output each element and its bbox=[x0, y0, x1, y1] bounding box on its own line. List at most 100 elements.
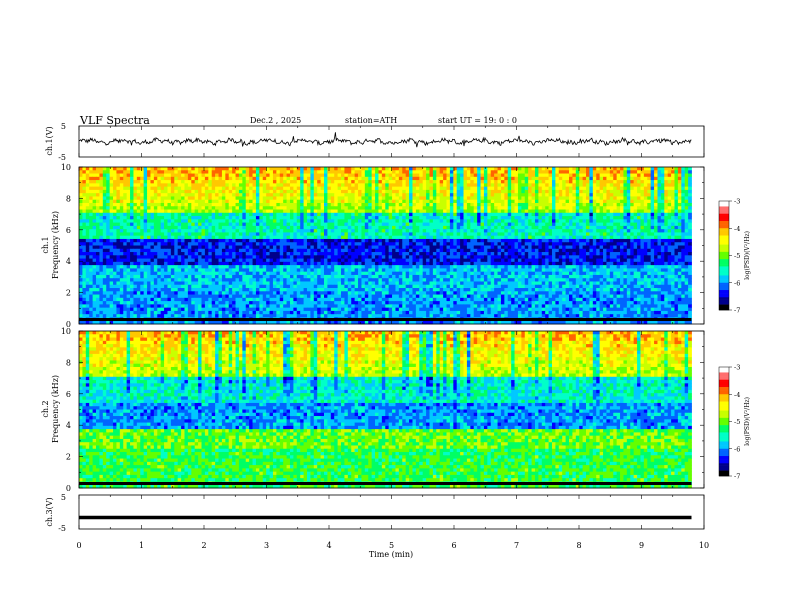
spectrogram-cell bbox=[460, 190, 464, 194]
spectrogram-cell bbox=[504, 213, 508, 217]
spectrogram-cell bbox=[450, 229, 454, 233]
spectrogram-cell bbox=[355, 255, 359, 259]
spectrogram-cell bbox=[385, 246, 389, 250]
spectrogram-cell bbox=[474, 226, 478, 230]
spectrogram-cell bbox=[321, 216, 325, 220]
spectrogram-cell bbox=[113, 183, 117, 187]
spectrogram-cell bbox=[651, 219, 655, 223]
spectrogram-cell bbox=[253, 223, 257, 227]
spectrogram-cell bbox=[327, 187, 331, 191]
spectrogram-cell bbox=[399, 190, 403, 194]
spectrogram-cell bbox=[494, 196, 498, 200]
spectrogram-cell bbox=[256, 216, 260, 220]
spectrogram-cell bbox=[280, 226, 284, 230]
spectrogram-cell bbox=[348, 193, 352, 197]
spectrogram-cell bbox=[133, 242, 137, 246]
spectrogram-cell bbox=[382, 242, 386, 246]
spectrogram-cell bbox=[412, 246, 416, 250]
spectrogram-cell bbox=[150, 196, 154, 200]
spectrogram-cell bbox=[572, 190, 576, 194]
spectrogram-cell bbox=[361, 200, 365, 204]
spectrogram-cell bbox=[297, 170, 301, 174]
spectrogram-cell bbox=[644, 200, 648, 204]
spectrogram-cell bbox=[178, 213, 182, 217]
spectrogram-cell bbox=[501, 193, 505, 197]
spectrogram-cell bbox=[593, 170, 597, 174]
spectrogram-cell bbox=[116, 210, 120, 214]
spectrogram-cell bbox=[644, 252, 648, 256]
spectrogram-cell bbox=[324, 223, 328, 227]
spectrogram-cell bbox=[464, 187, 468, 191]
spectrogram-cell bbox=[538, 226, 542, 230]
spectrogram-cell bbox=[150, 190, 154, 194]
spectrogram-cell bbox=[664, 180, 668, 184]
spectrogram-cell bbox=[96, 187, 100, 191]
spectrogram-cell bbox=[355, 190, 359, 194]
spectrogram-cell bbox=[212, 246, 216, 250]
spectrogram-cell bbox=[433, 219, 437, 223]
spectrogram-cell bbox=[419, 174, 423, 178]
spectrogram-cell bbox=[538, 252, 542, 256]
spectrogram-cell bbox=[572, 226, 576, 230]
spectrogram-cell bbox=[406, 246, 410, 250]
spectrogram-cell bbox=[270, 170, 274, 174]
spectrogram-cell bbox=[293, 177, 297, 181]
spectrogram-cell bbox=[324, 219, 328, 223]
spectrogram-cell bbox=[208, 210, 212, 214]
spectrogram-cell bbox=[167, 174, 171, 178]
spectrogram-cell bbox=[678, 232, 682, 236]
spectrogram-cell bbox=[116, 196, 120, 200]
spectrogram-cell bbox=[457, 249, 461, 253]
spectrogram-cell bbox=[116, 206, 120, 210]
spectrogram-cell bbox=[412, 239, 416, 243]
spectrogram-cell bbox=[525, 236, 529, 240]
spectrogram-cell bbox=[593, 183, 597, 187]
spectrogram-cell bbox=[562, 206, 566, 210]
spectrogram-cell bbox=[443, 203, 447, 207]
spectrogram-cell bbox=[324, 183, 328, 187]
spectrogram-cell bbox=[161, 196, 165, 200]
spectrogram-cell bbox=[566, 187, 570, 191]
spectrogram-cell bbox=[685, 190, 689, 194]
spectrogram-cell bbox=[164, 206, 168, 210]
spectrogram-cell bbox=[365, 203, 369, 207]
spectrogram-cell bbox=[361, 196, 365, 200]
spectrogram-cell bbox=[351, 183, 355, 187]
spectrogram-cell bbox=[334, 177, 338, 181]
spectrogram-cell bbox=[593, 180, 597, 184]
spectrogram-cell bbox=[181, 183, 185, 187]
spectrogram-cell bbox=[171, 170, 175, 174]
spectrogram-cell bbox=[150, 249, 154, 253]
spectrogram-cell bbox=[508, 226, 512, 230]
spectrogram-cell bbox=[174, 226, 178, 230]
spectrogram-cell bbox=[589, 190, 593, 194]
spectrogram-cell bbox=[392, 190, 396, 194]
spectrogram-cell bbox=[569, 177, 573, 181]
spectrogram-cell bbox=[481, 190, 485, 194]
spectrogram-cell bbox=[460, 232, 464, 236]
spectrogram-cell bbox=[93, 242, 97, 246]
spectrogram-cell bbox=[127, 252, 131, 256]
spectrogram-cell bbox=[613, 187, 617, 191]
spectrogram-cell bbox=[640, 223, 644, 227]
spectrogram-cell bbox=[225, 167, 229, 171]
spectrogram-cell bbox=[477, 167, 481, 171]
spectrogram-cell bbox=[334, 190, 338, 194]
spectrogram-cell bbox=[242, 239, 246, 243]
spectrogram-cell bbox=[409, 226, 413, 230]
spectrogram-cell bbox=[647, 226, 651, 230]
spectrogram-cell bbox=[351, 196, 355, 200]
spectrogram-cell bbox=[198, 180, 202, 184]
spectrogram-cell bbox=[195, 183, 199, 187]
spectrogram-cell bbox=[79, 213, 83, 217]
spectrogram-cell bbox=[188, 180, 192, 184]
spectrogram-cell bbox=[157, 210, 161, 214]
spectrogram-cell bbox=[593, 219, 597, 223]
spectrogram-cell bbox=[225, 249, 229, 253]
spectrogram-cell bbox=[409, 210, 413, 214]
spectrogram-cell bbox=[310, 246, 314, 250]
figure-title: VLF Spectra bbox=[79, 114, 150, 127]
spectrogram-cell bbox=[147, 177, 151, 181]
spectrogram-cell bbox=[222, 239, 226, 243]
spectrogram-cell bbox=[82, 255, 86, 259]
